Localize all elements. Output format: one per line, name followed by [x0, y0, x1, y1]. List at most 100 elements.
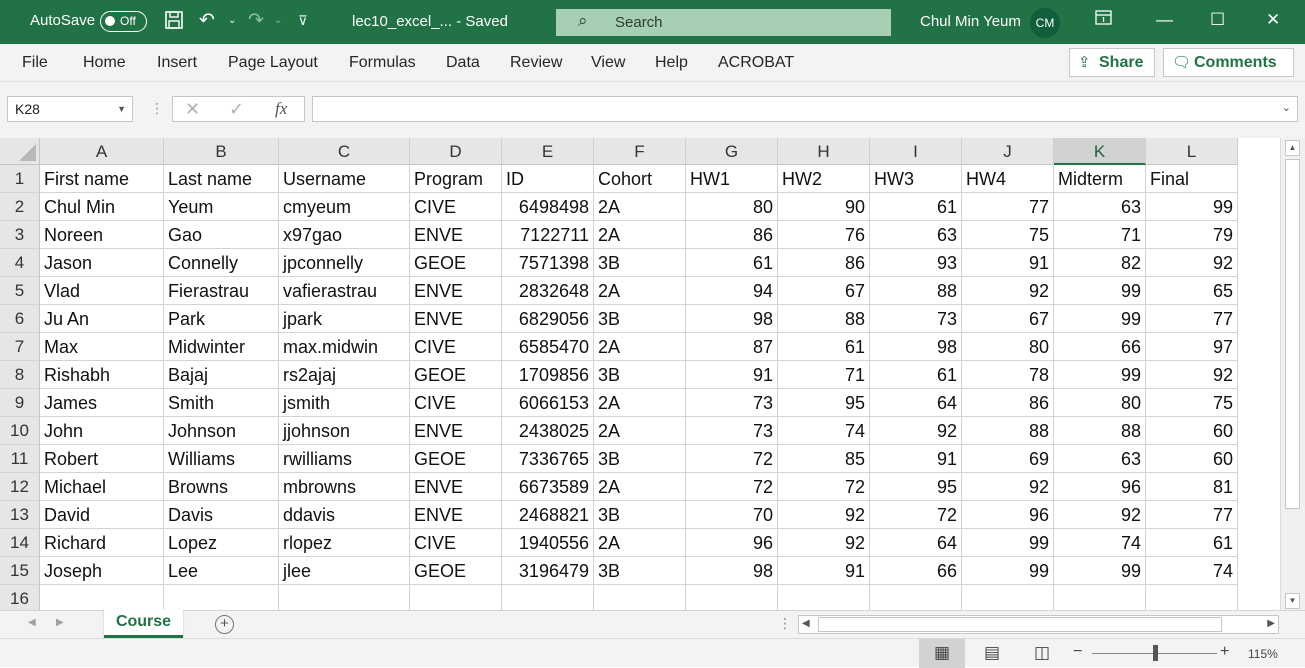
cell-hw2[interactable]: 76: [778, 221, 870, 249]
cell-hw3[interactable]: 92: [870, 417, 962, 445]
cell-hw2[interactable]: 86: [778, 249, 870, 277]
cell-hw1[interactable]: 98: [686, 557, 778, 585]
cell-last-name[interactable]: Smith: [164, 389, 279, 417]
cell-hw2[interactable]: 95: [778, 389, 870, 417]
cell-hw4[interactable]: 86: [962, 389, 1054, 417]
horizontal-scroll-thumb[interactable]: [818, 617, 1222, 632]
cell-username[interactable]: rs2ajaj: [279, 361, 410, 389]
cell-final[interactable]: 61: [1146, 529, 1238, 557]
row-header[interactable]: 2: [0, 193, 40, 221]
add-sheet-icon[interactable]: +: [215, 615, 234, 634]
cell-id[interactable]: 2468821: [502, 501, 594, 529]
normal-view-icon[interactable]: ▦: [919, 639, 965, 668]
cell-midterm[interactable]: 99: [1054, 361, 1146, 389]
zoom-level[interactable]: 115%: [1248, 647, 1278, 661]
cell-hw3[interactable]: 66: [870, 557, 962, 585]
row-header[interactable]: 8: [0, 361, 40, 389]
cell-midterm[interactable]: 66: [1054, 333, 1146, 361]
header-cell-hw4[interactable]: HW4: [962, 165, 1054, 193]
sheet-tab-course[interactable]: Course: [104, 609, 183, 638]
cell-hw3[interactable]: 95: [870, 473, 962, 501]
cell-hw2[interactable]: 61: [778, 333, 870, 361]
row-header[interactable]: 9: [0, 389, 40, 417]
maximize-icon[interactable]: ☐: [1210, 10, 1225, 30]
cell-program[interactable]: ENVE: [410, 473, 502, 501]
column-header-d[interactable]: D: [410, 138, 502, 165]
cell-final[interactable]: 65: [1146, 277, 1238, 305]
cell-hw1[interactable]: 72: [686, 473, 778, 501]
cell-final[interactable]: 81: [1146, 473, 1238, 501]
cell-hw4[interactable]: 69: [962, 445, 1054, 473]
cell-final[interactable]: 74: [1146, 557, 1238, 585]
cell-id[interactable]: [502, 585, 594, 612]
header-cell-hw1[interactable]: HW1: [686, 165, 778, 193]
column-header-i[interactable]: I: [870, 138, 962, 165]
cell-last-name[interactable]: Midwinter: [164, 333, 279, 361]
cell-username[interactable]: jlee: [279, 557, 410, 585]
cell-cohort[interactable]: 2A: [594, 529, 686, 557]
cell-midterm[interactable]: 63: [1054, 445, 1146, 473]
cell-last-name[interactable]: Browns: [164, 473, 279, 501]
cell-cohort[interactable]: 2A: [594, 221, 686, 249]
cell-hw3[interactable]: 98: [870, 333, 962, 361]
cell-first-name[interactable]: Ju An: [40, 305, 164, 333]
cell-hw4[interactable]: 99: [962, 529, 1054, 557]
column-header-j[interactable]: J: [962, 138, 1054, 165]
cell-midterm[interactable]: 92: [1054, 501, 1146, 529]
cell-username[interactable]: rwilliams: [279, 445, 410, 473]
cell-username[interactable]: rlopez: [279, 529, 410, 557]
cell-hw1[interactable]: 80: [686, 193, 778, 221]
menu-formulas[interactable]: Formulas: [349, 54, 416, 72]
cell-first-name[interactable]: John: [40, 417, 164, 445]
cell-hw3[interactable]: 61: [870, 361, 962, 389]
menu-home[interactable]: Home: [83, 54, 126, 72]
cell-hw3[interactable]: 91: [870, 445, 962, 473]
menu-data[interactable]: Data: [446, 54, 480, 72]
expand-formula-icon[interactable]: ⌄: [1282, 101, 1291, 114]
cell-username[interactable]: x97gao: [279, 221, 410, 249]
cell-first-name[interactable]: Michael: [40, 473, 164, 501]
column-header-b[interactable]: B: [164, 138, 279, 165]
cell-hw4[interactable]: 92: [962, 473, 1054, 501]
cell-program[interactable]: CIVE: [410, 529, 502, 557]
chevron-down-icon[interactable]: ▼: [117, 97, 126, 121]
cell-username[interactable]: jsmith: [279, 389, 410, 417]
cell-final[interactable]: 60: [1146, 445, 1238, 473]
cell-midterm[interactable]: 99: [1054, 305, 1146, 333]
cell-final[interactable]: 79: [1146, 221, 1238, 249]
cell-program[interactable]: CIVE: [410, 193, 502, 221]
cell-hw3[interactable]: 64: [870, 389, 962, 417]
cell-first-name[interactable]: Rishabh: [40, 361, 164, 389]
cell-program[interactable]: [410, 585, 502, 612]
cell-program[interactable]: GEOE: [410, 445, 502, 473]
select-all-corner[interactable]: [0, 138, 40, 165]
undo-dropdown-icon[interactable]: ⌄: [228, 10, 236, 32]
row-header[interactable]: 12: [0, 473, 40, 501]
share-button[interactable]: ⇪ Share: [1069, 48, 1155, 77]
row-header[interactable]: 4: [0, 249, 40, 277]
cell-username[interactable]: jpconnelly: [279, 249, 410, 277]
menu-review[interactable]: Review: [510, 54, 562, 72]
cell-id[interactable]: 2438025: [502, 417, 594, 445]
vertical-scroll-thumb[interactable]: [1285, 159, 1300, 509]
header-cell-program[interactable]: Program: [410, 165, 502, 193]
cell-midterm[interactable]: 71: [1054, 221, 1146, 249]
cell-hw2[interactable]: 92: [778, 529, 870, 557]
cell-hw3[interactable]: 72: [870, 501, 962, 529]
cell-final[interactable]: [1146, 585, 1238, 612]
scroll-down-icon[interactable]: ▼: [1285, 593, 1300, 609]
menu-page-layout[interactable]: Page Layout: [228, 54, 318, 72]
header-cell-midterm[interactable]: Midterm: [1054, 165, 1146, 193]
scroll-right-icon[interactable]: ▶: [1267, 618, 1275, 629]
cell-final[interactable]: 77: [1146, 305, 1238, 333]
cell-hw4[interactable]: [962, 585, 1054, 612]
row-header[interactable]: 6: [0, 305, 40, 333]
cell-final[interactable]: 97: [1146, 333, 1238, 361]
avatar[interactable]: CM: [1030, 8, 1060, 38]
header-cell-last-name[interactable]: Last name: [164, 165, 279, 193]
menu-insert[interactable]: Insert: [157, 54, 197, 72]
cell-program[interactable]: ENVE: [410, 277, 502, 305]
enter-icon[interactable]: ✓: [229, 99, 244, 120]
cancel-icon[interactable]: ✕: [185, 99, 200, 120]
row-header[interactable]: 3: [0, 221, 40, 249]
